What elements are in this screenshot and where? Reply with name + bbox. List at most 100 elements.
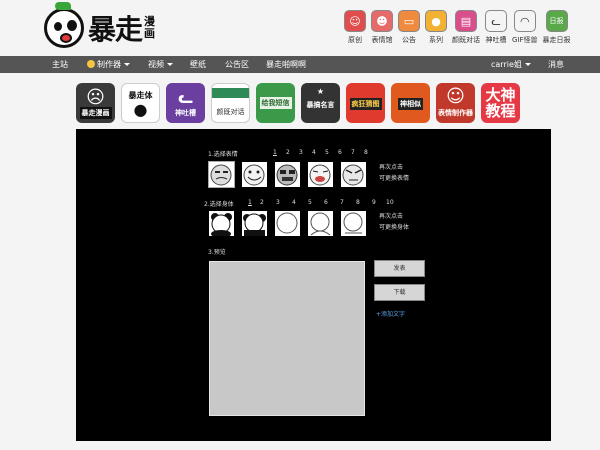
dialog-icon: ▤ [455,10,477,32]
body-page-8[interactable]: 8 [356,199,360,206]
face-page-4[interactable]: 4 [312,149,316,156]
meme-face-icon [276,164,298,186]
app-tile-cat[interactable]: ᓚ 神吐槽 [166,83,205,123]
app-tile-tutorial[interactable]: 大神教程 [481,83,520,123]
dialog-banner-icon [212,88,249,98]
body-page-5[interactable]: 5 [308,199,312,206]
nav-home[interactable]: 主站 [52,56,68,73]
chevron-down-icon [167,63,173,66]
site-header: 暴走 漫画 ☺ 原创 ☻ 表情馆 ▭ 公告 ● 系列 ▤ 颜既对话 ᓚ 神吐槽 … [0,0,600,56]
daily-icon: 日报 [545,10,568,32]
star-icon: ★ [316,87,325,96]
body-thumb[interactable] [275,211,300,236]
topnav-series[interactable]: ● 系列 [425,10,447,52]
top-shortcuts: ☺ 原创 ☻ 表情馆 ▭ 公告 ● 系列 ▤ 颜既对话 ᓚ 神吐槽 ◠ GIF怪… [344,10,576,52]
face-thumb[interactable] [242,162,267,187]
maker-icon [87,60,95,68]
preview-canvas[interactable] [209,261,365,416]
logo-text: 暴走 [88,13,143,46]
round-body-icon [276,212,298,234]
face-page-8[interactable]: 8 [364,149,368,156]
body-thumb[interactable] [341,211,366,236]
rage-face-icon: ☹ [86,87,105,108]
nav-user-menu[interactable]: carrie姐 [491,56,531,73]
cat-icon: ᓚ [485,10,507,32]
app-tile-similar[interactable]: 神相似 [391,83,430,123]
body-thumb[interactable] [209,211,234,236]
cat-icon: ᓚ [178,88,193,107]
face-page-1[interactable]: 1 [273,149,277,156]
nav-wallpaper[interactable]: 壁纸 [190,56,206,73]
body-thumb[interactable] [242,211,267,236]
face-page-5[interactable]: 5 [325,149,329,156]
body-page-3[interactable]: 3 [276,199,280,206]
app-tile-quotes[interactable]: ★ 暴搞名言 [301,83,340,123]
topnav-dialog[interactable]: ▤ 颜既对话 [452,10,480,52]
topnav-emoticon[interactable]: ☻ 表情馆 [371,10,393,52]
face-page-2[interactable]: 2 [286,149,290,156]
emoticon-maker-panel: 1.选择表情 1 2 3 4 5 6 7 8 再次点击 可更换表情 2.选择身体… [76,129,551,441]
body-page-1[interactable]: 1 [248,199,252,206]
body-page-10[interactable]: 10 [386,199,394,206]
face-thumb[interactable] [275,162,300,187]
nav-messages[interactable]: 消息 [548,56,564,73]
face-page-7[interactable]: 7 [351,149,355,156]
step-preview: 3.预览 [208,249,226,256]
app-tile-dialog[interactable]: 颜既对话 [211,83,250,123]
add-text-link[interactable]: +添加文字 [376,309,405,318]
nav-video[interactable]: 视频 [148,56,173,73]
app-tile-emoticon-maker[interactable]: ☺ 表情制作器 [436,83,475,123]
step-select-face: 1.选择表情 [208,151,238,158]
nav-tvshow[interactable]: 暴走啪啊啊 [266,56,306,73]
app-tile-sms[interactable]: 给我短信 [256,83,295,123]
rage-face-icon [210,164,232,186]
troll-face-icon [243,164,265,186]
body-page-9[interactable]: 9 [372,199,376,206]
body-page-6[interactable]: 6 [324,199,328,206]
panda-body-icon [243,213,266,236]
chevron-down-icon [124,63,130,66]
body-page-7[interactable]: 7 [340,199,344,206]
notice-icon: ▭ [398,10,420,32]
publish-button[interactable]: 发表 [374,260,425,277]
angry-face-icon [342,164,364,186]
laughing-face-icon [309,164,331,186]
topnav-original[interactable]: ☺ 原创 [344,10,366,52]
face-page-6[interactable]: 6 [338,149,342,156]
face-thumb[interactable] [341,162,366,187]
step-select-body: 2.选择身体 [204,201,234,208]
gif-monster-icon: ◠ [513,10,536,32]
panda-body-icon [211,213,232,236]
site-logo[interactable]: 暴走 漫画 [44,2,178,48]
emoticon-icon: ☻ [371,10,393,32]
nav-announce[interactable]: 公告区 [225,56,249,73]
round-body-icon [343,212,363,234]
logo-face-icon [44,2,84,48]
body-page-4[interactable]: 4 [292,199,296,206]
logo-sub: 漫画 [144,15,156,40]
topnav-cat[interactable]: ᓚ 神吐槽 [485,10,507,52]
round-body-icon [310,212,331,236]
app-tile-guess[interactable]: 疯狂猜图 [346,83,385,123]
body-page-2[interactable]: 2 [260,199,264,206]
download-button[interactable]: 下载 [374,284,425,301]
main-navbar: 主站 制作器 视频 壁纸 公告区 暴走啪啊啊 carrie姐 消息 [0,56,600,73]
face-thumb[interactable] [208,161,235,188]
topnav-gif[interactable]: ◠ GIF怪兽 [512,10,538,52]
topnav-notice[interactable]: ▭ 公告 [398,10,420,52]
app-tile-comic[interactable]: ☹ 暴走漫画 [76,83,115,123]
chevron-down-icon [524,63,531,66]
app-tiles-row: ☹ 暴走漫画 暴走体 ● ᓚ 神吐槽 颜既对话 给我短信 ★ 暴搞名言 疯狂猜图… [76,83,526,123]
original-icon: ☺ [344,10,366,32]
series-icon: ● [425,10,447,32]
body-hint: 再次点击 可更换身体 [379,213,410,231]
body-thumb[interactable] [308,211,333,236]
face-page-3[interactable]: 3 [299,149,303,156]
nav-maker[interactable]: 制作器 [87,56,130,73]
app-tile-font[interactable]: 暴走体 ● [121,83,160,123]
face-hint: 再次点击 可更换表情 [379,164,410,182]
laughing-face-icon: ☺ [446,86,465,107]
silhouette-icon: ● [133,100,148,119]
face-thumb[interactable] [308,162,333,187]
topnav-daily[interactable]: 日报 暴走日报 [543,10,571,52]
